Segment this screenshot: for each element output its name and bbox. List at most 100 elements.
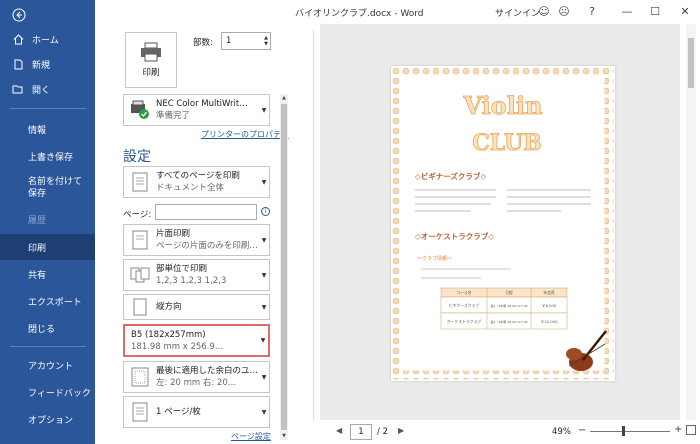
open-folder-icon (12, 83, 24, 95)
setting-label: 部単位で印刷 (156, 264, 208, 274)
nav-divider (10, 108, 86, 109)
next-page-icon[interactable]: ▶ (398, 426, 404, 435)
nav-share[interactable]: 共有 (0, 261, 95, 287)
table-cell: ビギナーズクラブ (449, 303, 479, 308)
table-cell: ￥8,000 (542, 303, 557, 308)
nav-feedback[interactable]: フィードバック (0, 379, 95, 405)
table-cell: ￥10,000 (540, 319, 558, 324)
new-document-icon (12, 58, 24, 70)
chevron-down-icon: ▼ (260, 337, 266, 344)
setting-label: 最後に適用した余白のユ… (156, 366, 259, 376)
page-setup-link[interactable]: ページ設定 (231, 431, 271, 442)
scroll-down-icon[interactable]: ▼ (280, 432, 288, 440)
nav-home[interactable]: ホーム (0, 26, 95, 52)
smile-icon[interactable]: ☺ (537, 4, 551, 18)
setting-label: すべてのページを印刷 (156, 171, 240, 181)
printer-status: 準備完了 (156, 111, 191, 121)
maximize-icon[interactable]: ☐ (648, 4, 662, 18)
setting-detail: 181.98 mm x 256.9… (131, 341, 224, 352)
chevron-down-icon: ▼ (261, 303, 267, 311)
print-panel: 印刷 部数: 1 ▲ ▼ NEC Color MultiWrit… 準備完了 ▼ … (95, 24, 290, 444)
nav-history: 履歴 (28, 215, 47, 226)
table-header: 日程 (505, 290, 513, 295)
setting-label: 片面印刷 (156, 229, 191, 239)
chevron-down-icon: ▼ (261, 178, 267, 186)
info-icon[interactable]: i (261, 207, 270, 216)
orientation-dropdown[interactable]: 縦方向 ▼ (123, 294, 270, 320)
window-title: バイオリンクラブ.docx - Word (295, 9, 424, 19)
printer-ready-icon (129, 99, 151, 121)
home-icon (12, 33, 24, 45)
back-arrow-icon[interactable] (12, 8, 26, 22)
status-bar: ◀ 1 / 2 ▶ 49% − + (320, 420, 700, 444)
prev-page-icon[interactable]: ◀ (336, 426, 342, 435)
pages-per-sheet-dropdown[interactable]: 1 ページ/枚 ▼ (123, 396, 270, 428)
doc-title-line2: CLUB (472, 130, 542, 156)
title-bar: バイオリンクラブ.docx - Word サインイン ☺ ☹ ? — ☐ ✕ (95, 0, 700, 24)
setting-detail: ドキュメント全体 (156, 183, 225, 193)
table-header: コース名 (457, 290, 472, 295)
doc-heading-orchestra: ◇オーケストラクラブ◇ (415, 231, 494, 241)
portrait-icon (129, 296, 151, 318)
printer-properties-link[interactable]: プリンターのプロパティ (201, 129, 289, 140)
margins-dropdown[interactable]: 最後に適用した余白のユ… 左: 20 mm 右: 20… ▼ (123, 361, 270, 393)
chevron-down-icon: ▼ (261, 408, 267, 416)
fit-page-icon[interactable] (686, 425, 696, 435)
nav-save[interactable]: 上書き保存 (0, 143, 95, 169)
zoom-out-icon[interactable]: − (578, 425, 586, 436)
table-cell: 第1・3水曜 18:00～17:00 (490, 303, 527, 308)
nav-info[interactable]: 情報 (0, 116, 95, 142)
paper-size-dropdown[interactable]: B5 (182x257mm) 181.98 mm x 256.9… ▼ (123, 324, 270, 357)
panel-scrollbar[interactable]: ▲ ▼ (280, 94, 288, 440)
chevron-down-icon: ▼ (261, 271, 267, 279)
chevron-down-icon: ▼ (261, 373, 267, 381)
setting-label: 1 ページ/枚 (156, 407, 201, 417)
nav-export[interactable]: エクスポート (0, 288, 95, 314)
nav-new[interactable]: 新規 (0, 51, 95, 77)
setting-detail: 1,2,3 1,2,3 1,2,3 (156, 276, 227, 286)
zoom-in-icon[interactable]: + (674, 424, 682, 435)
collate-dropdown[interactable]: 部単位で印刷 1,2,3 1,2,3 1,2,3 ▼ (123, 259, 270, 291)
printer-dropdown[interactable]: NEC Color MultiWrit… 準備完了 ▼ (123, 94, 270, 126)
frown-icon[interactable]: ☹ (557, 4, 571, 18)
minimize-icon[interactable]: — (620, 4, 634, 18)
setting-detail: 左: 20 mm 右: 20… (156, 378, 237, 388)
preview-page: Violin CLUB ◇ビギナーズクラブ◇ ◇オーケストラクラブ◇ ～クラブ情… (391, 66, 615, 381)
copies-spinner[interactable]: ▲ ▼ (264, 35, 268, 47)
help-icon[interactable]: ? (585, 4, 599, 18)
zoom-level: 49% (552, 427, 571, 437)
zoom-slider-thumb[interactable] (622, 426, 625, 436)
doc-info-heading: ～クラブ情報～ (417, 255, 452, 262)
nav-print[interactable]: 印刷 (0, 234, 95, 260)
nav-options[interactable]: オプション (0, 406, 95, 432)
one-sided-icon (129, 229, 151, 251)
setting-detail: ページの片面のみを印刷… (156, 241, 258, 251)
nav-save-as[interactable]: 名前を付けて保存 (0, 172, 95, 204)
chevron-down-icon: ▼ (261, 236, 267, 244)
table-cell: 第2・4水曜 18:00～17:00 (490, 319, 527, 324)
nav-close[interactable]: 閉じる (0, 315, 95, 341)
page-number-input[interactable]: 1 (350, 424, 372, 440)
close-icon[interactable]: ✕ (678, 4, 692, 18)
signin-link[interactable]: サインイン (495, 6, 540, 19)
page-total: / 2 (377, 427, 388, 437)
collate-icon (129, 264, 151, 286)
zoom-slider[interactable] (590, 431, 670, 432)
scroll-up-icon[interactable]: ▲ (280, 94, 288, 102)
pages-input[interactable] (155, 204, 257, 220)
nav-account[interactable]: アカウント (0, 352, 95, 378)
scrollbar-thumb[interactable] (688, 38, 694, 88)
copies-input[interactable]: 1 ▲ ▼ (221, 32, 271, 50)
print-button[interactable]: 印刷 (125, 32, 177, 88)
preview-scrollbar[interactable] (686, 24, 696, 420)
print-range-dropdown[interactable]: すべてのページを印刷 ドキュメント全体 ▼ (123, 166, 270, 198)
nav-open[interactable]: 開く (0, 76, 95, 102)
nav-divider (10, 346, 86, 347)
margins-icon (129, 366, 151, 388)
sides-dropdown[interactable]: 片面印刷ページの片面のみを印刷… ▼ (123, 224, 270, 256)
panel-divider (313, 30, 314, 420)
chevron-down-icon: ▼ (261, 106, 267, 114)
pages-icon (129, 171, 151, 193)
pages-per-sheet-icon (129, 401, 151, 423)
scrollbar-thumb[interactable] (281, 104, 287, 430)
